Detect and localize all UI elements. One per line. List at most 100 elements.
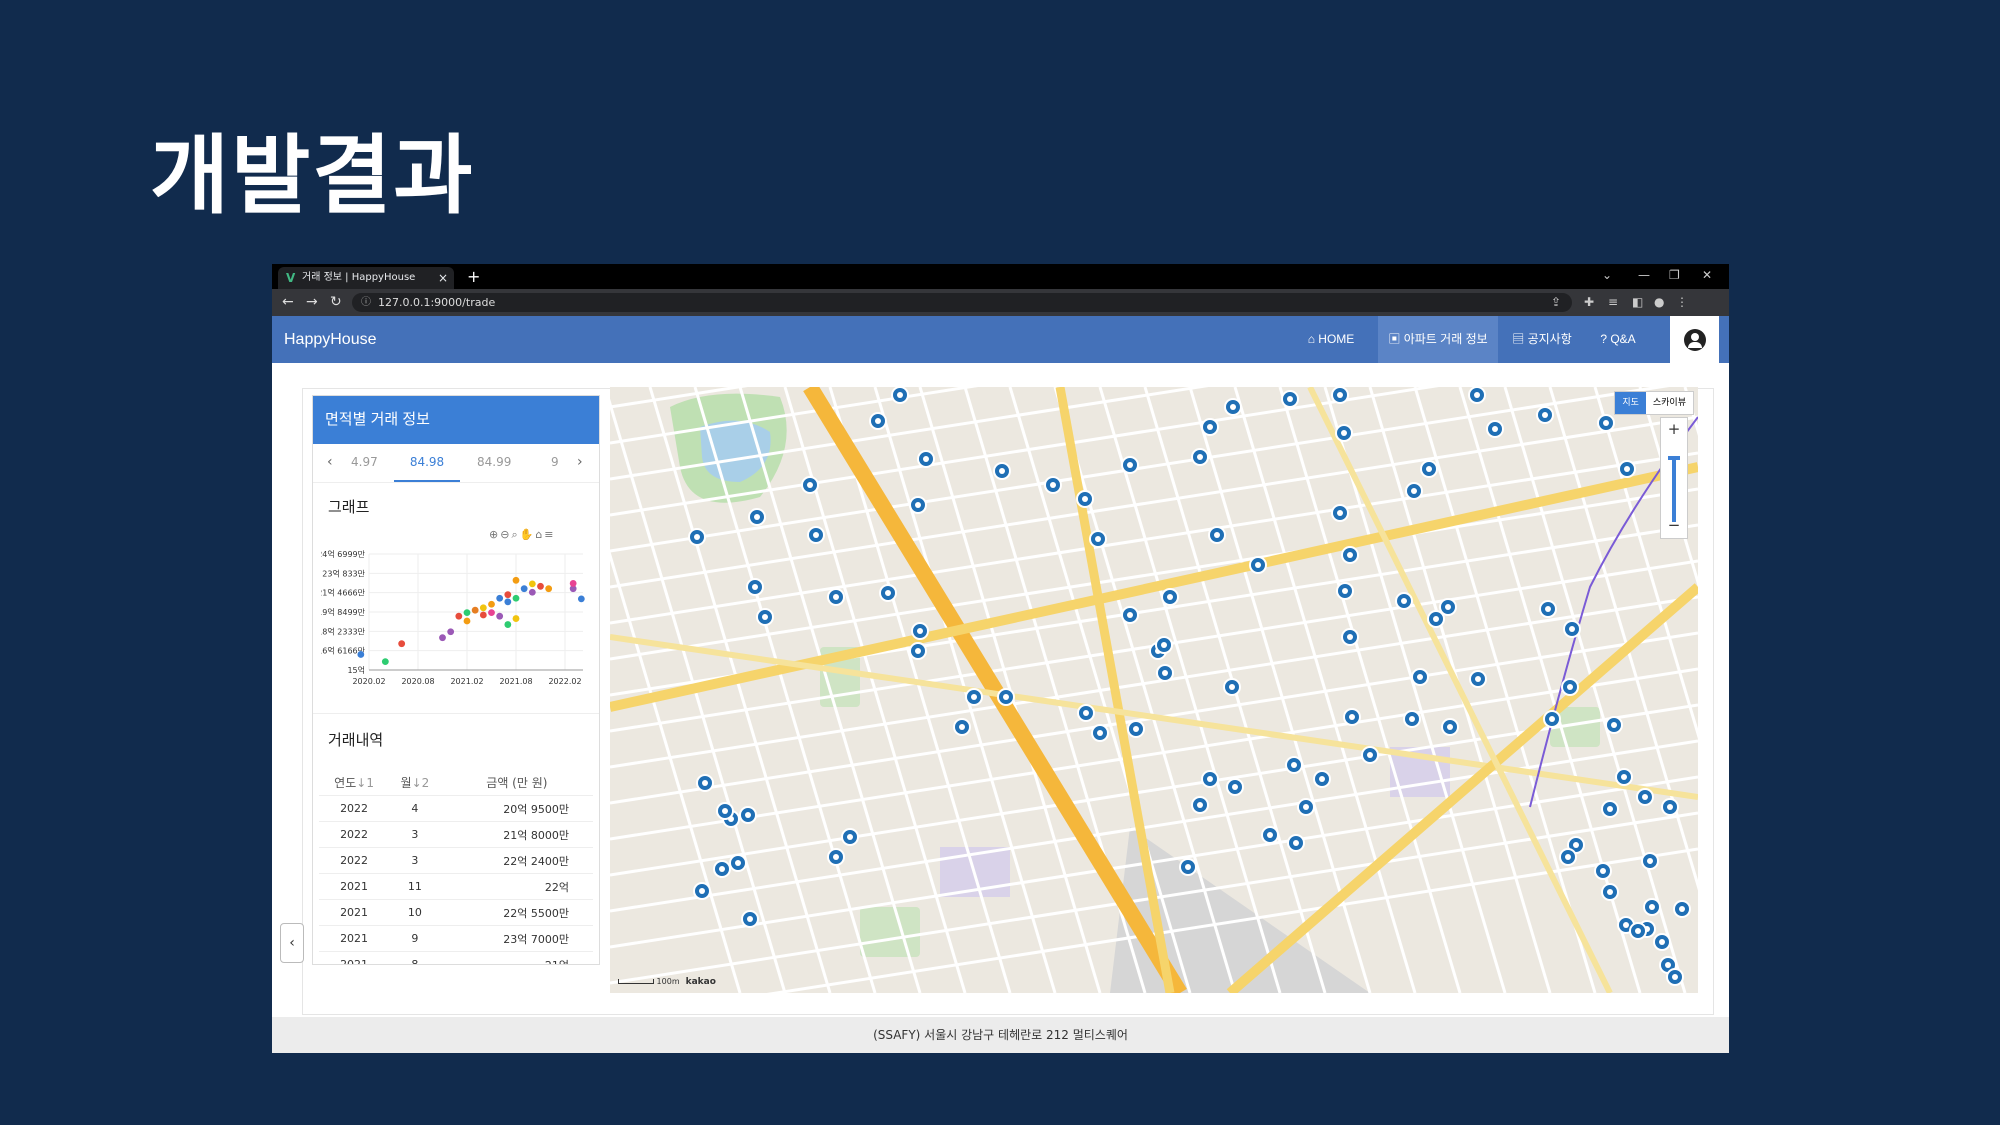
- brand-logo[interactable]: HappyHouse: [284, 316, 377, 363]
- col-month-header[interactable]: 월↓2: [389, 769, 441, 796]
- data-point: [528, 580, 536, 588]
- trade-history-title: 거래내역: [328, 732, 384, 749]
- cell-amount: 21억: [440, 951, 593, 964]
- area-tab[interactable]: 4.97: [351, 444, 378, 480]
- reset-home-icon[interactable]: ⌂: [535, 528, 544, 541]
- data-point: [463, 617, 471, 625]
- zoom-in-icon[interactable]: ⊕: [489, 528, 500, 541]
- marker-dot: [1185, 864, 1191, 870]
- data-point: [488, 609, 495, 616]
- marker-dot: [875, 418, 881, 424]
- kakao-map[interactable]: 지도 스카이뷰 + − 100m kakao: [610, 387, 1698, 993]
- tab-prev-icon[interactable]: ‹: [327, 444, 333, 480]
- new-tab-icon[interactable]: +: [467, 264, 480, 289]
- table-row[interactable]: 2021 8 21억: [319, 951, 593, 964]
- marker-dot: [1303, 804, 1309, 810]
- collapse-panel-button[interactable]: ‹: [280, 923, 304, 963]
- chart-toolbar: ⊕⊖⌕✋⌂≡: [489, 528, 556, 542]
- nav-home[interactable]: ⌂ HOME: [1292, 316, 1370, 363]
- marker-dot: [1319, 776, 1325, 782]
- price-scatter-chart: 15억16억 6166만18억 2333만19억 8499만21억 4666만2…: [321, 549, 585, 686]
- map-type-sky[interactable]: 스카이뷰: [1646, 392, 1693, 414]
- col-year-header[interactable]: 연도↓1: [319, 769, 389, 796]
- zoom-in-button[interactable]: +: [1661, 418, 1687, 440]
- table-row[interactable]: 2022 3 21억 8000만: [319, 821, 593, 848]
- area-tab-active[interactable]: 84.98: [394, 444, 460, 482]
- marker-dot: [1549, 716, 1555, 722]
- marker-dot: [1162, 670, 1168, 676]
- marker-dot: [1347, 552, 1353, 558]
- area-tab[interactable]: 9: [551, 444, 559, 480]
- marker-dot: [694, 534, 700, 540]
- col-amount-header[interactable]: 금액 (만 원): [441, 769, 593, 796]
- user-menu-button[interactable]: [1670, 316, 1719, 363]
- marker-dot: [1167, 594, 1173, 600]
- marker-dot: [999, 468, 1005, 474]
- minimize-icon[interactable]: —: [1638, 264, 1650, 286]
- nav-apt-trade[interactable]: ▣ 아파트 거래 정보: [1378, 316, 1498, 363]
- pan-icon[interactable]: ✋: [520, 528, 536, 541]
- browser-tab[interactable]: V 거래 정보 | HappyHouse ×: [278, 267, 454, 289]
- zoom-slider-handle[interactable]: [1668, 456, 1680, 460]
- reload-icon[interactable]: ↻: [330, 289, 342, 316]
- zoom-out-button[interactable]: −: [1661, 514, 1687, 536]
- extensions-icon[interactable]: ✚: [1584, 289, 1594, 316]
- table-row[interactable]: 2021 10 22억 5500만: [319, 899, 593, 926]
- data-point: [504, 598, 512, 606]
- area-tab[interactable]: 84.99: [477, 444, 511, 480]
- marker-dot: [1492, 426, 1498, 432]
- area-tabs: ‹ 4.97 84.98 84.99 9 ›: [313, 444, 599, 483]
- zoom-control: + −: [1660, 417, 1688, 539]
- cell-year: 2022: [319, 847, 390, 874]
- back-icon[interactable]: ←: [282, 289, 294, 316]
- map-type-road[interactable]: 지도: [1615, 392, 1646, 414]
- nav-qna[interactable]: ? Q&A: [1587, 316, 1649, 363]
- y-tick-label: 21억 4666만: [321, 588, 366, 598]
- side-panel-icon[interactable]: ◧: [1632, 289, 1643, 316]
- forward-icon[interactable]: →: [306, 289, 318, 316]
- marker-dot: [1445, 604, 1451, 610]
- magnify-icon[interactable]: ⌕: [511, 528, 519, 541]
- zoom-out-icon[interactable]: ⊖: [500, 528, 511, 541]
- zoom-slider-track[interactable]: [1672, 458, 1676, 522]
- close-window-icon[interactable]: ✕: [1702, 264, 1712, 286]
- marker-dot: [1291, 762, 1297, 768]
- app-navbar: HappyHouse ⌂ HOME ▣ 아파트 거래 정보 ▤ 공지사항 ? Q…: [272, 316, 1729, 363]
- tab-title: 거래 정보 | HappyHouse: [302, 272, 416, 283]
- table-row[interactable]: 2022 3 22억 2400만: [319, 847, 593, 874]
- marker-dot: [1367, 752, 1373, 758]
- table-row[interactable]: 2022 4 20억 9500만: [319, 795, 593, 822]
- x-tick-label: 2021.08: [499, 677, 532, 686]
- cell-month: 3: [389, 821, 441, 848]
- share-icon[interactable]: ⇪: [1551, 289, 1561, 316]
- restore-icon[interactable]: ❐: [1669, 264, 1680, 286]
- marker-dot: [1545, 606, 1551, 612]
- reading-list-icon[interactable]: ≡: [1608, 289, 1618, 316]
- marker-dot: [1565, 854, 1571, 860]
- marker-dot: [1635, 928, 1641, 934]
- marker-dot: [833, 854, 839, 860]
- profile-icon[interactable]: ●: [1654, 289, 1664, 316]
- close-tab-icon[interactable]: ×: [438, 267, 448, 289]
- table-row[interactable]: 2021 9 23억 7000만: [319, 925, 593, 952]
- site-info-icon[interactable]: ⓘ: [361, 293, 371, 312]
- url-field[interactable]: ⓘ 127.0.0.1:9000/trade: [352, 293, 1572, 312]
- marker-dot: [1255, 562, 1261, 568]
- marker-dot: [1197, 454, 1203, 460]
- marker-dot: [754, 514, 760, 520]
- marker-dot: [1647, 858, 1653, 864]
- tab-search-icon[interactable]: ⌄: [1602, 264, 1612, 286]
- marker-dot: [897, 392, 903, 398]
- cell-amount: 22억: [440, 873, 593, 900]
- marker-dot: [745, 812, 751, 818]
- data-point: [545, 585, 553, 593]
- marker-dot: [1621, 774, 1627, 780]
- tab-next-icon[interactable]: ›: [577, 444, 583, 480]
- table-row[interactable]: 2021 11 22억: [319, 873, 593, 900]
- chart-menu-icon[interactable]: ≡: [544, 528, 555, 541]
- menu-icon[interactable]: ⋮: [1676, 289, 1688, 316]
- marker-dot: [1287, 396, 1293, 402]
- nav-notice[interactable]: ▤ 공지사항: [1502, 316, 1582, 363]
- map-canvas[interactable]: [610, 387, 1698, 993]
- data-point: [537, 582, 544, 590]
